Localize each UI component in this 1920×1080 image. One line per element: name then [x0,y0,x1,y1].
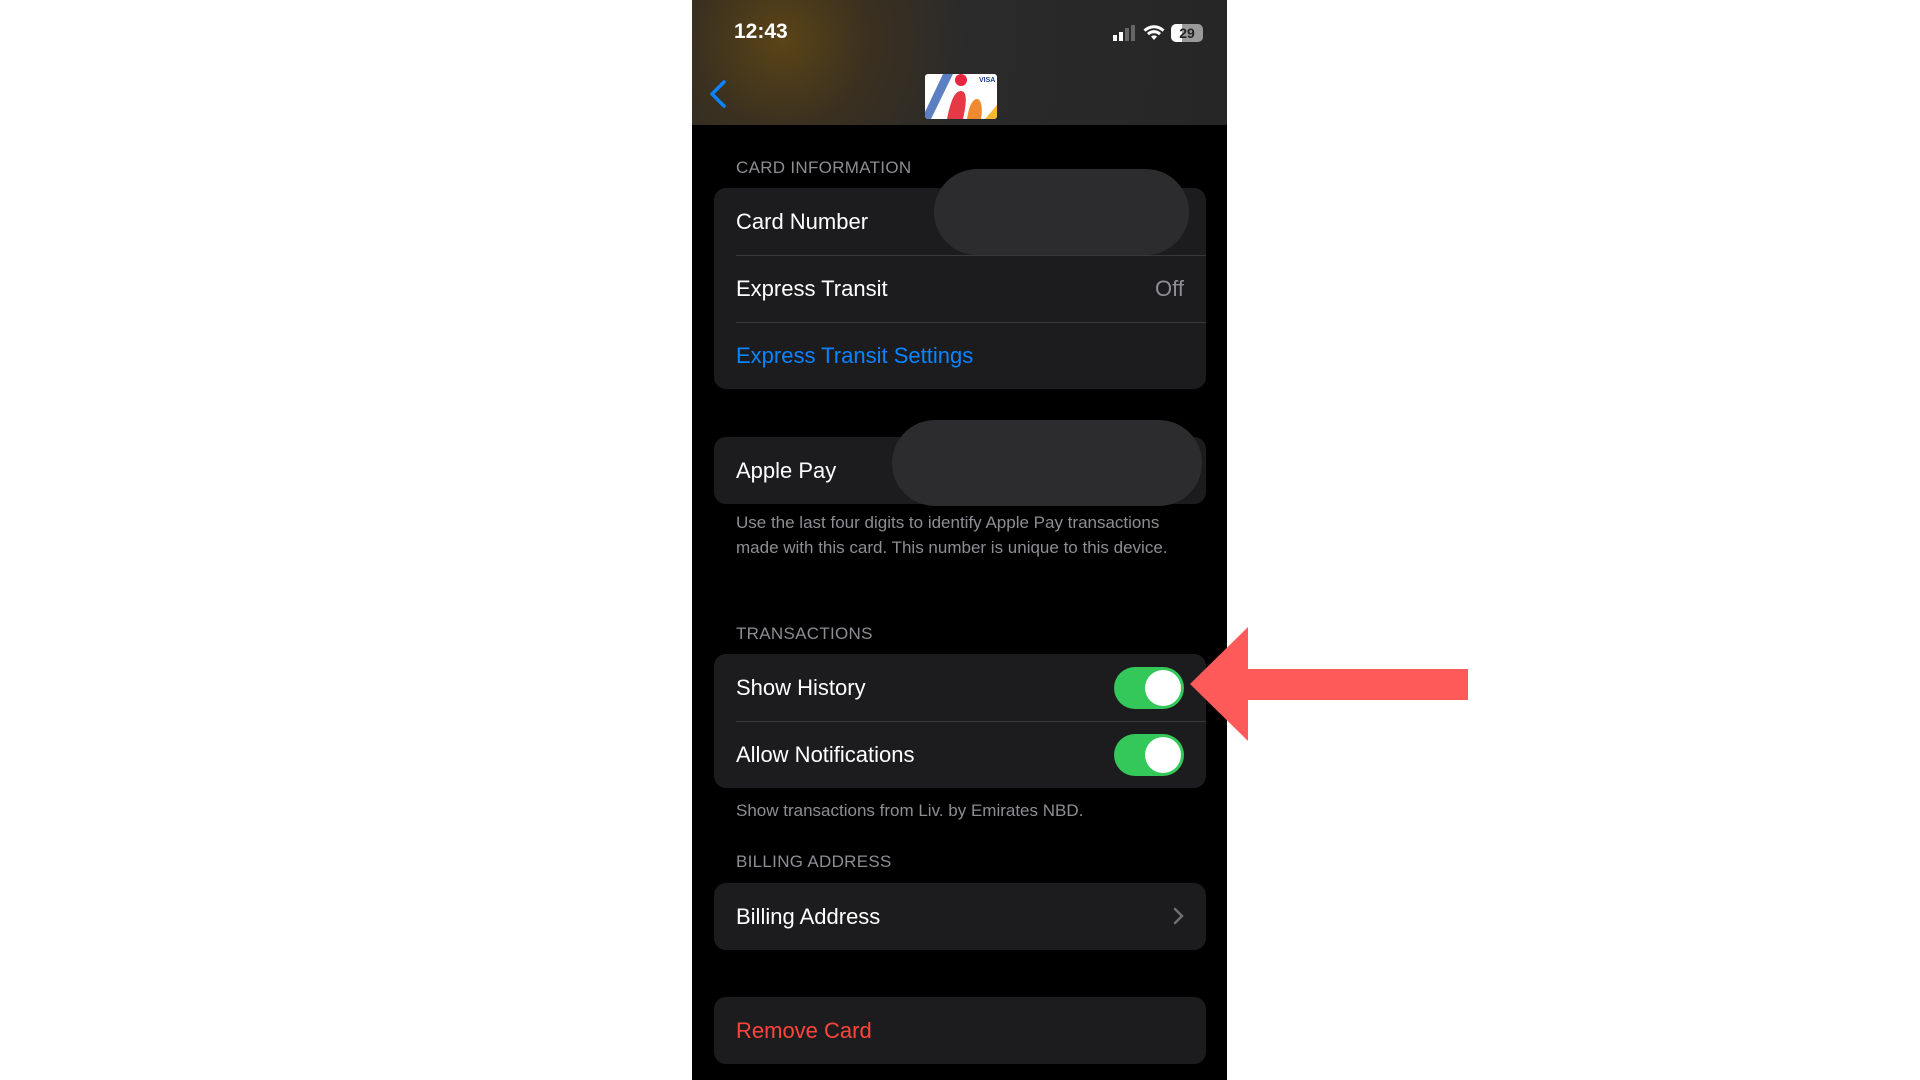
battery-icon: 29 [1171,24,1203,42]
battery-level: 29 [1179,25,1195,41]
phone-screen: 12:43 29 VISA CARD INFORMATION Card Numb… [692,0,1227,1080]
status-icons: 29 [1113,24,1203,42]
section-header-transactions: TRANSACTIONS [736,624,873,643]
remove-card-group: Remove Card [714,997,1206,1064]
transactions-group: Show History Allow Notifications [714,654,1206,788]
redaction-blob [934,169,1189,255]
card-number-label: Card Number [736,208,869,234]
allow-notifications-row: Allow Notifications [714,721,1206,788]
transactions-footer: Show transactions from Liv. by Emirates … [736,801,1084,820]
express-transit-settings-link[interactable]: Express Transit Settings [714,322,1206,389]
express-transit-value: Off [1155,275,1184,301]
remove-card-button[interactable]: Remove Card [714,997,1206,1064]
express-transit-row[interactable]: Express Transit Off [714,255,1206,322]
show-history-label: Show History [736,674,866,700]
show-history-row: Show History [714,654,1206,721]
express-transit-label: Express Transit [736,275,888,301]
signal-icon [1113,25,1135,41]
section-header-billing-address: BILLING ADDRESS [736,852,892,871]
billing-address-group: Billing Address [714,883,1206,950]
visa-logo: VISA [979,77,995,84]
chevron-left-icon[interactable] [706,78,730,110]
billing-address-label: Billing Address [736,903,881,929]
section-header-card-information: CARD INFORMATION [736,158,912,177]
allow-notifications-toggle[interactable] [1114,733,1184,776]
billing-address-row[interactable]: Billing Address [714,883,1206,950]
annotation-arrow-icon [1190,627,1468,741]
wifi-icon [1143,25,1165,40]
show-history-toggle[interactable] [1114,666,1184,709]
redaction-blob [892,420,1202,506]
status-time: 12:43 [734,20,788,43]
chevron-right-icon [1173,907,1184,925]
allow-notifications-label: Allow Notifications [736,741,915,767]
card-thumbnail: VISA [925,74,997,119]
apple-pay-footer: Use the last four digits to identify App… [736,513,1168,557]
header: 12:43 29 VISA [692,0,1227,125]
apple-pay-label: Apple Pay [736,457,837,483]
